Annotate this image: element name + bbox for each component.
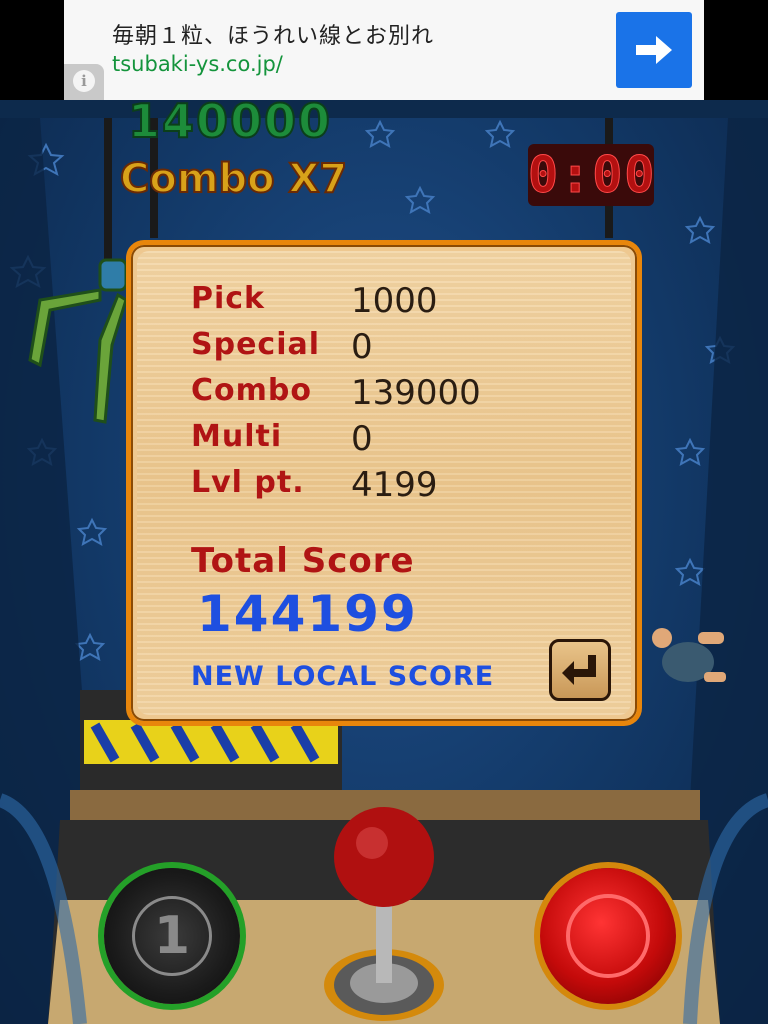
ad-open-button[interactable] bbox=[616, 12, 692, 88]
joystick-icon[interactable] bbox=[320, 805, 448, 1024]
hud-combo: Combo X7 bbox=[119, 155, 348, 203]
stat-row-level-points: Lvl pt. 4199 bbox=[191, 465, 631, 507]
ad-banner[interactable]: 毎朝１粒、ほうれい線とお別れ tsubaki-ys.co.jp/ i bbox=[64, 0, 704, 100]
stat-value: 1000 bbox=[351, 281, 438, 321]
red-button-icon bbox=[566, 894, 650, 978]
result-panel: Pick 1000 Special 0 Combo 139000 Multi 0… bbox=[137, 251, 631, 715]
hud-score: 140000 bbox=[127, 100, 333, 149]
stat-value: 0 bbox=[351, 327, 373, 367]
hud-timer: 0:00 bbox=[528, 144, 657, 206]
ad-url[interactable]: tsubaki-ys.co.jp/ bbox=[112, 52, 283, 76]
grab-button[interactable] bbox=[540, 868, 676, 1004]
stat-label: Special bbox=[191, 327, 321, 362]
total-score-label: Total Score bbox=[191, 541, 415, 581]
stat-label: Multi bbox=[191, 419, 283, 454]
stat-row-combo: Combo 139000 bbox=[191, 373, 631, 415]
stat-label: Pick bbox=[191, 281, 266, 316]
return-arrow-icon bbox=[562, 655, 596, 685]
stat-value: 4199 bbox=[351, 465, 438, 505]
stat-row-special: Special 0 bbox=[191, 327, 631, 369]
stat-value: 0 bbox=[351, 419, 373, 459]
ad-title[interactable]: 毎朝１粒、ほうれい線とお別れ bbox=[112, 18, 434, 50]
stat-row-multi: Multi 0 bbox=[191, 419, 631, 461]
stat-value: 139000 bbox=[351, 373, 481, 413]
return-button[interactable] bbox=[549, 639, 611, 701]
result-dialog: Pick 1000 Special 0 Combo 139000 Multi 0… bbox=[126, 240, 642, 726]
new-local-score-label: NEW LOCAL SCORE bbox=[191, 661, 495, 692]
stat-row-pick: Pick 1000 bbox=[191, 281, 631, 323]
arrow-right-icon bbox=[636, 36, 672, 64]
bomb-button[interactable]: 1 bbox=[104, 868, 240, 1004]
bomb-count: 1 bbox=[132, 896, 212, 976]
prize-doll-icon bbox=[652, 628, 726, 682]
stat-label: Lvl pt. bbox=[191, 465, 305, 500]
total-score-value: 144199 bbox=[197, 585, 418, 643]
stat-label: Combo bbox=[191, 373, 312, 408]
info-icon[interactable]: i bbox=[64, 64, 104, 100]
